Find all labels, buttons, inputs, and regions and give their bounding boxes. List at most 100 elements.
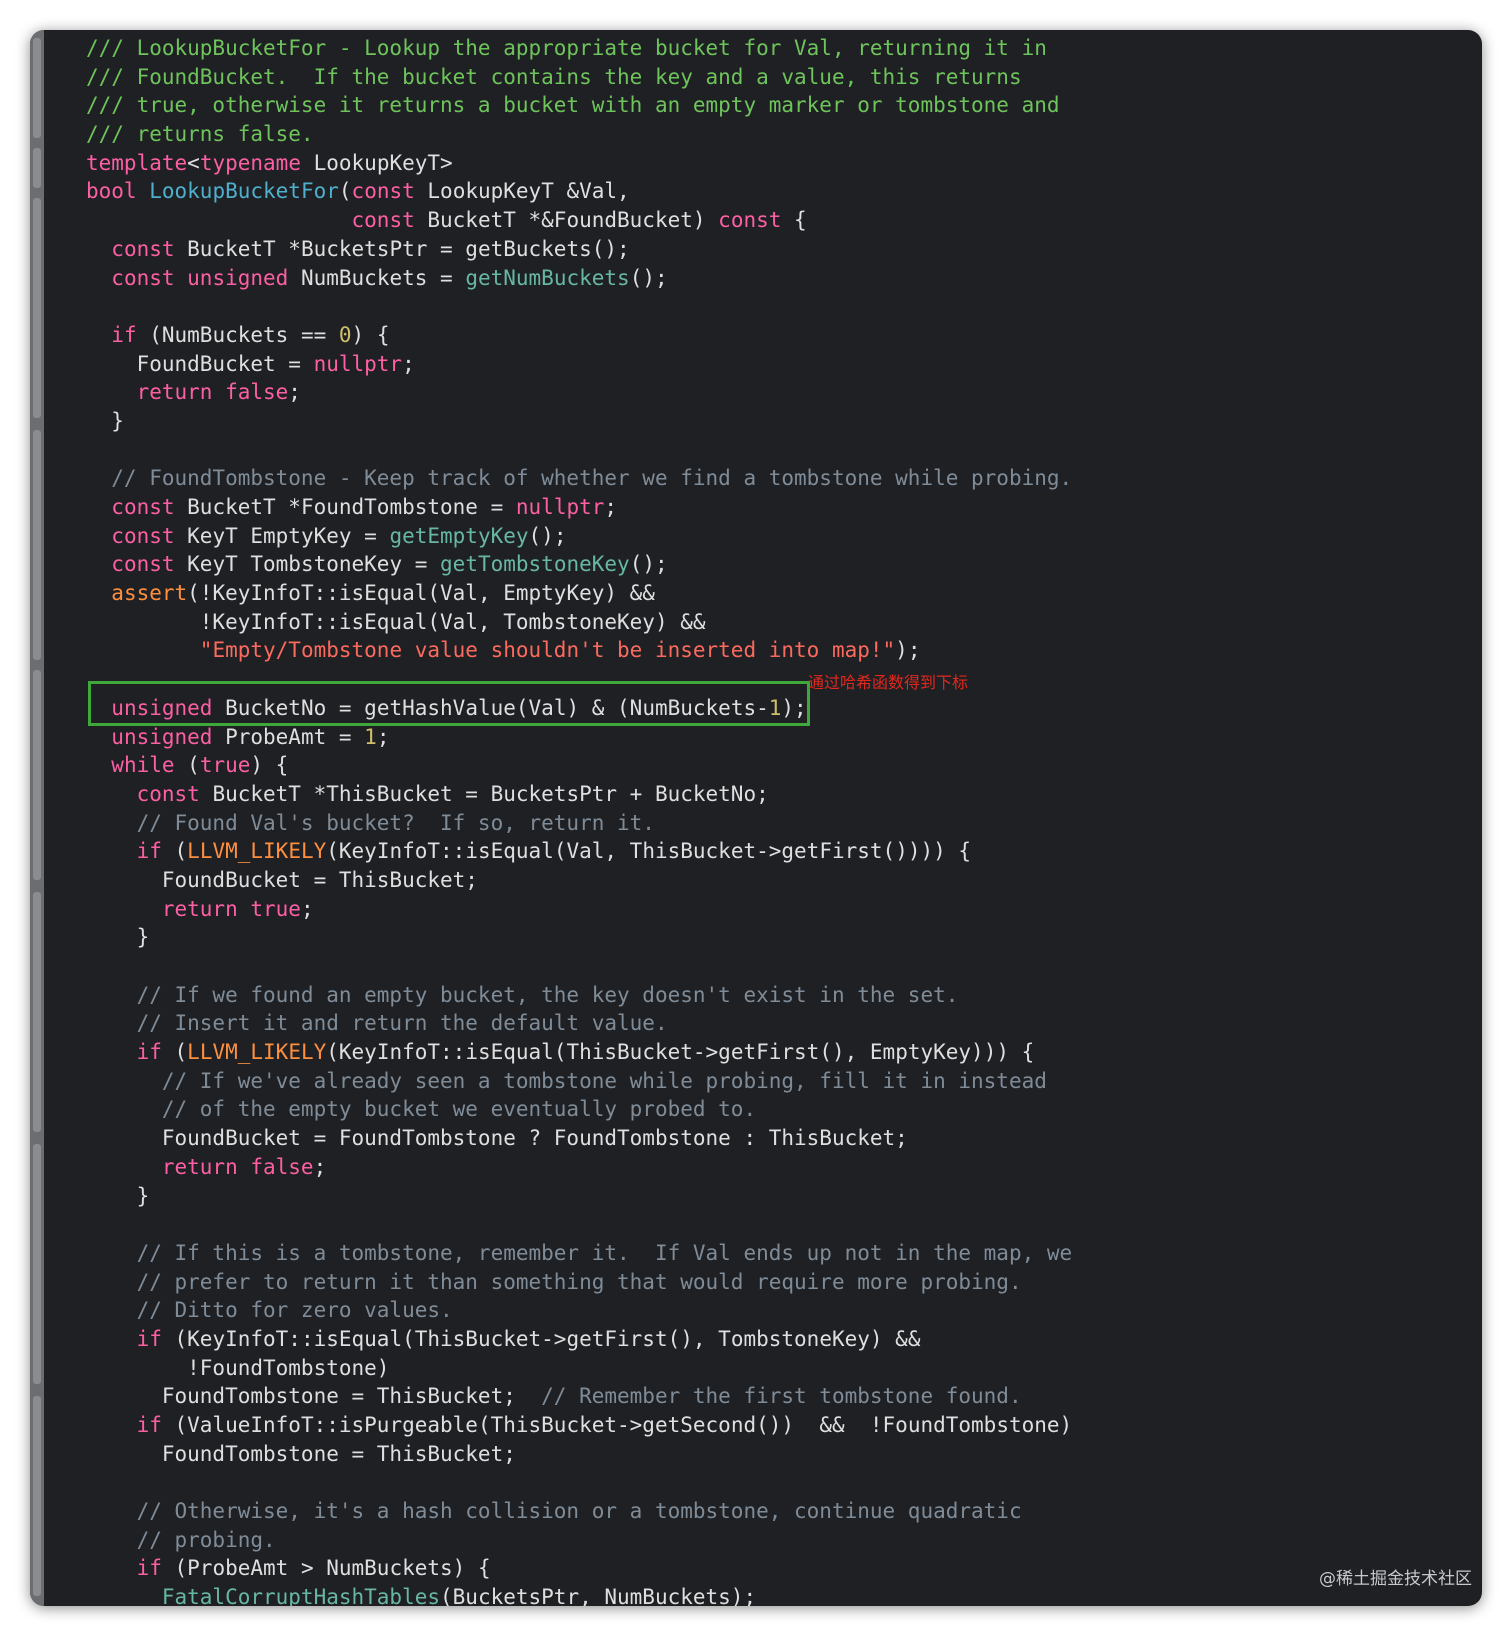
- gutter-fold-marker[interactable]: [33, 38, 41, 138]
- code-line[interactable]: // Otherwise, it's a hash collision or a…: [86, 1497, 1472, 1526]
- code-line[interactable]: const BucketT *BucketsPtr = getBuckets()…: [86, 235, 1472, 264]
- code-line[interactable]: while (true) {: [86, 751, 1472, 780]
- code-line[interactable]: const KeyT EmptyKey = getEmptyKey();: [86, 522, 1472, 551]
- code-token: const: [351, 208, 415, 233]
- code-token: // Remember the first tombstone found.: [541, 1384, 1022, 1409]
- code-token: 0: [338, 322, 352, 347]
- code-line[interactable]: !KeyInfoT::isEqual(Val, TombstoneKey) &&: [86, 608, 1472, 637]
- code-token: NumBuckets =: [288, 265, 466, 290]
- code-token: if: [111, 322, 137, 347]
- code-token: const unsigned: [111, 265, 289, 290]
- gutter-fold-marker[interactable]: [33, 148, 41, 188]
- code-line[interactable]: return true;: [86, 895, 1472, 924]
- code-line[interactable]: const BucketT *FoundTombstone = nullptr;: [86, 493, 1472, 522]
- code-line[interactable]: [86, 952, 1472, 981]
- code-token: ;: [313, 1154, 327, 1179]
- code-line[interactable]: assert(!KeyInfoT::isEqual(Val, EmptyKey)…: [86, 579, 1472, 608]
- code-line[interactable]: if (ValueInfoT::isPurgeable(ThisBucket->…: [86, 1411, 1472, 1440]
- code-line[interactable]: FoundBucket = nullptr;: [86, 350, 1472, 379]
- code-token: if: [136, 839, 162, 864]
- code-token: KeyT EmptyKey =: [174, 523, 390, 548]
- code-line[interactable]: // If we found an empty bucket, the key …: [86, 981, 1472, 1010]
- code-line[interactable]: }: [86, 1182, 1472, 1211]
- editor-gutter: [30, 30, 44, 1606]
- code-line[interactable]: // probing.: [86, 1526, 1472, 1555]
- code-token: const: [111, 236, 175, 261]
- code-line[interactable]: }: [86, 407, 1472, 436]
- code-token: (!KeyInfoT::isEqual(Val, EmptyKey) &&: [187, 581, 655, 606]
- code-line[interactable]: FoundBucket = ThisBucket;: [86, 866, 1472, 895]
- code-line[interactable]: const KeyT TombstoneKey = getTombstoneKe…: [86, 550, 1472, 579]
- code-token: ;: [288, 380, 301, 405]
- code-line[interactable]: /// FoundBucket. If the bucket contains …: [86, 63, 1472, 92]
- code-token: (ValueInfoT::isPurgeable(ThisBucket->get…: [161, 1413, 1073, 1437]
- code-line[interactable]: [86, 665, 1472, 694]
- code-line[interactable]: [86, 292, 1472, 321]
- code-line[interactable]: // of the empty bucket we eventually pro…: [86, 1095, 1472, 1124]
- code-line[interactable]: unsigned ProbeAmt = 1;: [86, 723, 1472, 752]
- gutter-fold-marker[interactable]: [33, 198, 41, 418]
- code-line[interactable]: }: [86, 923, 1472, 952]
- code-line[interactable]: // Ditto for zero values.: [86, 1296, 1472, 1325]
- code-line[interactable]: return false;: [86, 1153, 1472, 1182]
- code-line[interactable]: // FoundTombstone - Keep track of whethe…: [86, 464, 1472, 493]
- code-token: (: [161, 839, 188, 864]
- code-token: }: [86, 408, 124, 433]
- code-line[interactable]: [86, 1210, 1472, 1239]
- code-token: const: [111, 552, 175, 577]
- code-token: BucketT *ThisBucket = BucketsPtr + Bucke…: [199, 781, 769, 806]
- code-line[interactable]: bool LookupBucketFor(const LookupKeyT &V…: [86, 177, 1472, 206]
- code-line[interactable]: FoundTombstone = ThisBucket;: [86, 1440, 1472, 1469]
- code-line[interactable]: return false;: [86, 378, 1472, 407]
- code-line[interactable]: /// returns false.: [86, 120, 1472, 149]
- code-line[interactable]: // If we've already seen a tombstone whi…: [86, 1067, 1472, 1096]
- gutter-fold-marker[interactable]: [33, 1144, 41, 1384]
- code-token: ;: [300, 896, 314, 921]
- gutter-fold-marker[interactable]: [33, 670, 41, 880]
- code-line[interactable]: [86, 1468, 1472, 1497]
- code-line[interactable]: if (LLVM_LIKELY(KeyInfoT::isEqual(Val, T…: [86, 837, 1472, 866]
- code-line[interactable]: FoundBucket = FoundTombstone ? FoundTomb…: [86, 1124, 1472, 1153]
- code-line[interactable]: /// LookupBucketFor - Lookup the appropr…: [86, 34, 1472, 63]
- code-token: 1: [364, 724, 377, 749]
- code-token: getEmptyKey: [389, 523, 529, 548]
- code-line[interactable]: FatalCorruptHashTables(BucketsPtr, NumBu…: [86, 1583, 1472, 1606]
- gutter-fold-marker[interactable]: [33, 1396, 41, 1596]
- code-token: (KeyInfoT::isEqual(Val, ThisBucket->getF…: [326, 839, 972, 864]
- code-token: (ProbeAmt > NumBuckets) {: [161, 1556, 491, 1581]
- gutter-fold-marker[interactable]: [33, 430, 41, 660]
- code-line[interactable]: // Insert it and return the default valu…: [86, 1009, 1472, 1038]
- code-token: LookupBucketFor: [149, 179, 339, 204]
- code-line[interactable]: const unsigned NumBuckets = getNumBucket…: [86, 264, 1472, 293]
- code-token: ();: [629, 552, 668, 577]
- code-line[interactable]: if (KeyInfoT::isEqual(ThisBucket->getFir…: [86, 1325, 1472, 1354]
- code-line[interactable]: [86, 436, 1472, 465]
- gutter-fold-marker[interactable]: [33, 892, 41, 1132]
- code-line[interactable]: template<typename LookupKeyT>: [86, 149, 1472, 178]
- code-line[interactable]: if (LLVM_LIKELY(KeyInfoT::isEqual(ThisBu…: [86, 1038, 1472, 1067]
- code-token: KeyT TombstoneKey =: [174, 552, 441, 577]
- code-token: FatalCorruptHashTables: [161, 1585, 441, 1606]
- code-line[interactable]: // If this is a tombstone, remember it. …: [86, 1239, 1472, 1268]
- code-token: LLVM_LIKELY: [187, 839, 327, 864]
- code-line[interactable]: // prefer to return it than something th…: [86, 1268, 1472, 1297]
- code-line[interactable]: "Empty/Tombstone value shouldn't be inse…: [86, 636, 1472, 665]
- code-line[interactable]: const BucketT *&FoundBucket) const {: [86, 206, 1472, 235]
- code-line[interactable]: const BucketT *ThisBucket = BucketsPtr +…: [86, 780, 1472, 809]
- code-token: const: [136, 781, 200, 806]
- code-line[interactable]: if (NumBuckets == 0) {: [86, 321, 1472, 350]
- code-line[interactable]: // Found Val's bucket? If so, return it.: [86, 809, 1472, 838]
- code-text-area[interactable]: /// LookupBucketFor - Lookup the appropr…: [86, 34, 1472, 1606]
- code-line[interactable]: !FoundTombstone): [86, 1354, 1472, 1383]
- code-line[interactable]: if (ProbeAmt > NumBuckets) {: [86, 1554, 1472, 1583]
- code-token: <: [187, 150, 200, 175]
- code-line[interactable]: FoundTombstone = ThisBucket; // Remember…: [86, 1382, 1472, 1411]
- code-line[interactable]: /// true, otherwise it returns a bucket …: [86, 91, 1472, 120]
- code-token: BucketT *BucketsPtr = getBuckets();: [174, 236, 630, 261]
- code-line[interactable]: unsigned BucketNo = getHashValue(Val) & …: [86, 694, 1472, 723]
